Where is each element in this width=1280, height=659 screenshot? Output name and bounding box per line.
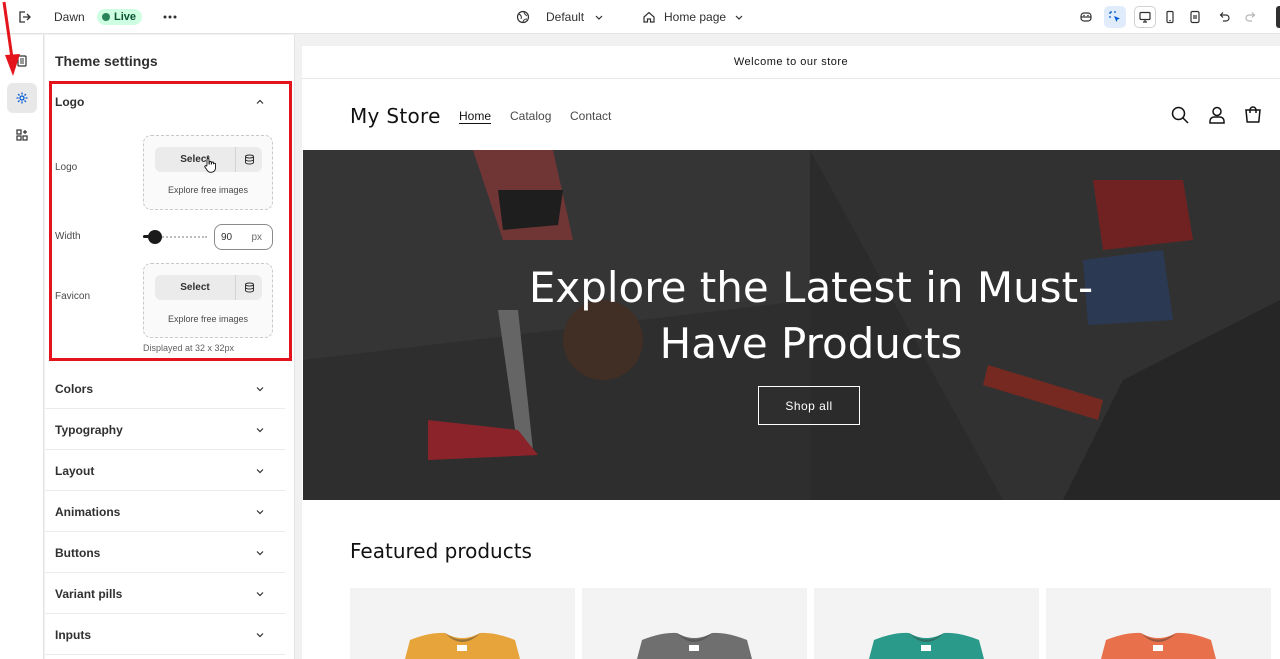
home-icon (643, 11, 655, 23)
live-label: Live (114, 11, 137, 23)
top-bar: Dawn Live Default Home page (0, 0, 1280, 34)
mobile-icon[interactable] (1159, 6, 1181, 28)
ai-assistant-icon[interactable] (1075, 6, 1097, 28)
product-card[interactable] (1046, 588, 1271, 659)
market-label: Default (546, 10, 585, 24)
market-selector[interactable]: Default (516, 0, 604, 34)
chevron-down-icon (256, 550, 264, 555)
chevron-down-icon (256, 386, 264, 391)
page-label: Home page (664, 10, 727, 24)
globe-icon (516, 10, 530, 24)
section-colors-header[interactable]: Colors (45, 369, 285, 409)
theme-name: Dawn (54, 10, 85, 24)
chevron-down-icon (256, 468, 264, 473)
product-card[interactable] (350, 588, 575, 659)
search-icon[interactable] (1170, 105, 1190, 125)
redo-icon[interactable] (1240, 6, 1262, 28)
chevron-down-icon (595, 15, 603, 20)
store-name[interactable]: My Store (350, 104, 441, 128)
announcement-bar: Welcome to our store (302, 46, 1280, 79)
section-inputs-title: Inputs (55, 627, 91, 642)
section-typography-header[interactable]: Typography (45, 410, 285, 450)
apps-icon[interactable] (7, 120, 37, 150)
product-image (869, 632, 984, 659)
section-layout-header[interactable]: Layout (45, 451, 285, 491)
chevron-down-icon (256, 632, 264, 637)
chevron-down-icon (735, 15, 743, 20)
storefront-preview: Welcome to our store My Store Home Catal… (302, 46, 1280, 659)
cart-icon[interactable] (1243, 105, 1263, 125)
product-image (637, 632, 752, 659)
section-typography-title: Typography (55, 422, 123, 437)
more-horizontal-icon[interactable] (159, 6, 181, 28)
shop-all-button[interactable]: Shop all (758, 386, 860, 425)
page-selector[interactable]: Home page (642, 0, 744, 34)
product-image (1101, 632, 1216, 659)
fullwidth-icon[interactable] (1184, 6, 1206, 28)
section-variant-pills-header[interactable]: Variant pills (45, 574, 285, 614)
section-animations-header[interactable]: Animations (45, 492, 285, 532)
section-buttons-title: Buttons (55, 545, 101, 560)
live-badge: Live (97, 9, 143, 25)
section-colors-title: Colors (55, 381, 94, 396)
section-variant-pills-title: Variant pills (55, 586, 123, 601)
nav-link-contact[interactable]: Contact (570, 109, 611, 123)
chevron-down-icon (256, 591, 264, 596)
section-layout-title: Layout (55, 463, 95, 478)
panel-title: Theme settings (55, 53, 158, 69)
inspector-icon[interactable] (1104, 6, 1126, 28)
section-animations-title: Animations (55, 504, 121, 519)
product-card[interactable] (582, 588, 807, 659)
nav-link-catalog[interactable]: Catalog (510, 109, 551, 123)
store-header: My Store Home Catalog Contact (302, 79, 1280, 150)
save-button-edge[interactable] (1276, 6, 1280, 28)
chevron-down-icon (256, 427, 264, 432)
hero-banner: Explore the Latest in Must-Have Products… (303, 150, 1280, 500)
section-buttons-header[interactable]: Buttons (45, 533, 285, 573)
nav-link-home[interactable]: Home (459, 109, 491, 123)
theme-settings-icon[interactable] (7, 83, 37, 113)
undo-icon[interactable] (1213, 6, 1235, 28)
account-icon[interactable] (1207, 105, 1227, 125)
chevron-down-icon (256, 509, 264, 514)
live-status: Live (97, 0, 143, 34)
red-arrow-icon (2, 1, 20, 76)
product-card[interactable] (814, 588, 1039, 659)
section-inputs-header[interactable]: Inputs (45, 615, 285, 655)
product-image (405, 632, 520, 659)
editor-rail (0, 35, 44, 659)
desktop-icon[interactable] (1134, 6, 1156, 28)
featured-products-title: Featured products (350, 539, 532, 563)
highlight-box (49, 81, 292, 361)
hero-title: Explore the Latest in Must-Have Products (528, 263, 1094, 368)
